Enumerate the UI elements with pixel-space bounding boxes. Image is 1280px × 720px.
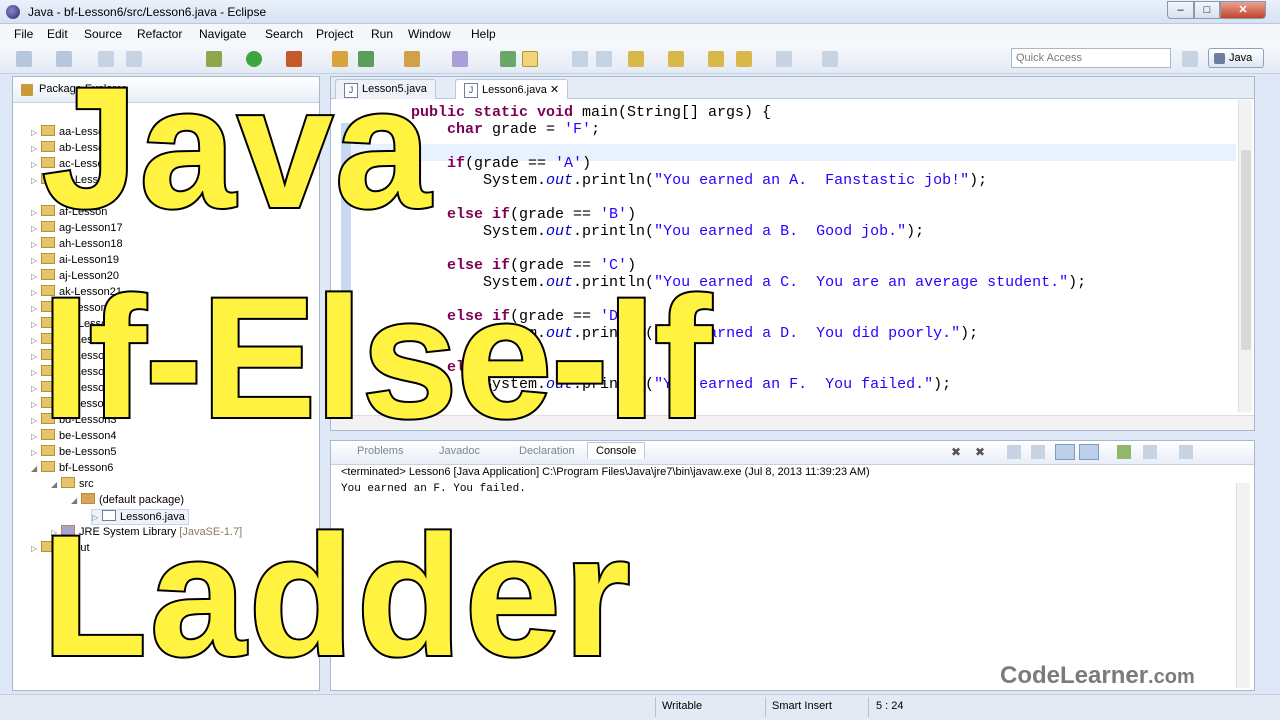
remove-launches-icon[interactable]: ✖ [975,445,985,459]
console-scrollbar[interactable] [1236,483,1250,688]
display-console-icon[interactable] [1143,445,1157,459]
console-status: <terminated> Lesson6 [Java Application] … [341,466,870,478]
open-console-icon[interactable] [1179,445,1193,459]
overlay-title-ladder: Ladder [40,500,634,692]
status-cursor-position: 5 : 24 [876,700,904,712]
highlight-icon[interactable] [522,51,538,67]
package-explorer-icon [21,84,33,96]
menu-file[interactable]: File [14,27,33,41]
pin-console-icon[interactable] [1117,445,1131,459]
menu-search[interactable]: Search [265,27,303,41]
tree-item[interactable]: ◢ src [51,477,94,493]
overlay-title-if-else-if: If-Else-If [40,262,714,454]
prev-annotation-icon[interactable] [668,51,684,67]
scroll-lock-icon[interactable] [1031,445,1045,459]
code-line: if(grade == 'A') [447,155,592,172]
console-output: You earned an F. You failed. [341,483,526,495]
status-writable: Writable [662,700,703,712]
maximize-button[interactable]: □ [1194,1,1220,19]
back-icon[interactable] [736,51,752,67]
block-selection-icon[interactable] [596,51,612,67]
project-icon [41,461,55,472]
forward-icon[interactable] [776,51,792,67]
next-annotation-icon[interactable] [628,51,644,67]
menu-window[interactable]: Window [408,27,451,41]
tab-lesson6[interactable]: Lesson6.java ✕ [455,79,569,99]
menu-navigate[interactable]: Navigate [199,27,246,41]
minimize-button[interactable]: – [1167,1,1194,19]
overlay-title-java: Java [40,52,433,244]
window-titlebar: Java - bf-Lesson6/src/Lesson6.java - Ecl… [0,0,1280,24]
window-title: Java - bf-Lesson6/src/Lesson6.java - Ecl… [28,5,267,19]
menu-source[interactable]: Source [84,27,122,41]
show-on-error-icon[interactable] [1079,444,1099,460]
close-button[interactable]: ✕ [1220,1,1266,19]
menu-project[interactable]: Project [316,27,353,41]
eclipse-icon [6,5,20,19]
show-on-output-icon[interactable] [1055,444,1075,460]
menu-bar: File Edit Source Refactor Navigate Searc… [0,24,1280,44]
toggle-mark-icon[interactable] [500,51,516,67]
terminate-icon[interactable]: ✖ [951,445,961,459]
code-line: else if(grade == 'B') [447,206,637,223]
menu-run[interactable]: Run [371,27,393,41]
code-line: System.out.println("You earned an A. Fan… [411,172,988,189]
open-perspective-icon[interactable] [1182,51,1198,67]
status-bar: Writable Smart Insert 5 : 24 [0,694,1280,720]
source-folder-icon [61,477,75,488]
show-whitespace-icon[interactable] [572,51,588,67]
menu-help[interactable]: Help [471,27,496,41]
search-icon[interactable] [452,51,468,67]
new-icon[interactable] [16,51,32,67]
menu-refactor[interactable]: Refactor [137,27,182,41]
editor-vertical-scrollbar[interactable] [1238,100,1252,412]
quick-access-input[interactable]: Quick Access [1011,48,1171,68]
last-edit-icon[interactable] [708,51,724,67]
code-line: System.out.println("You earned a B. Good… [411,223,925,240]
codelearner-watermark: CodeLearner.com [1000,662,1195,689]
tree-item[interactable]: ◢ bf-Lesson6 [31,461,113,477]
close-tab-icon[interactable]: ✕ [550,84,559,96]
code-line: public static void main(String[] args) { [411,104,772,121]
scroll-thumb[interactable] [1241,150,1251,350]
code-line: char grade = 'F'; [447,121,601,138]
menu-edit[interactable]: Edit [47,27,68,41]
clear-console-icon[interactable] [1007,445,1021,459]
java-perspective-button[interactable]: Java [1208,48,1264,68]
pin-editor-icon[interactable] [822,51,838,67]
status-insert-mode: Smart Insert [772,700,832,712]
editor-tabs: Lesson5.java Lesson6.java ✕ [331,77,1254,99]
